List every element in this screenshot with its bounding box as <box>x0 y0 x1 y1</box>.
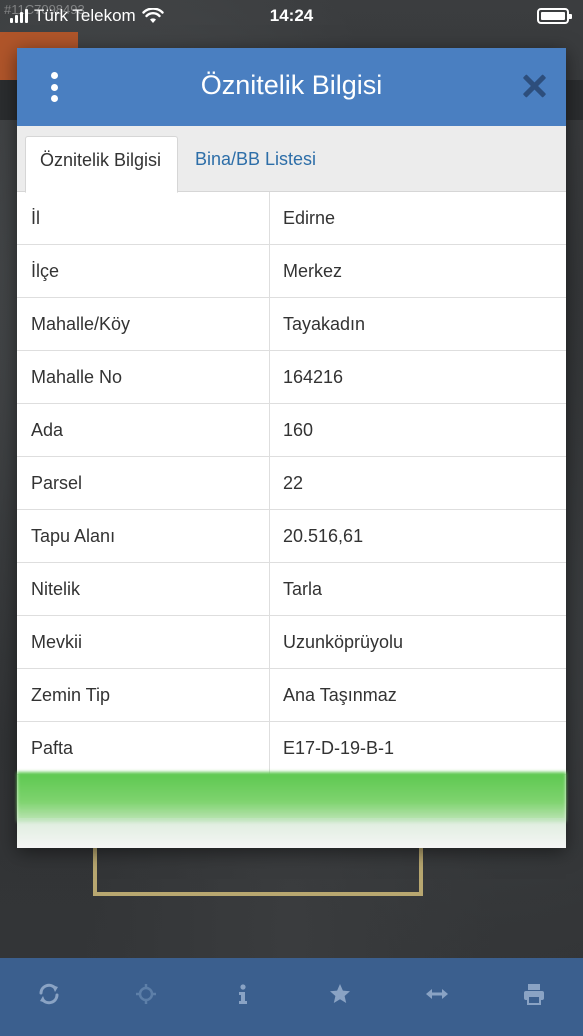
table-row: Pafta E17-D-19-B-1 <box>17 722 566 775</box>
dialog-fade <box>17 818 566 848</box>
attribute-dialog: Öznitelik Bilgisi Öznitelik Bilgisi Bina… <box>17 48 566 848</box>
row-key: Mevkii <box>17 616 270 668</box>
print-button[interactable] <box>514 974 554 1014</box>
dialog-title: Öznitelik Bilgisi <box>200 70 383 100</box>
row-value: 22 <box>283 473 304 493</box>
measure-button[interactable] <box>417 974 457 1014</box>
favorite-button[interactable] <box>320 974 360 1014</box>
row-key: Tapu Alanı <box>17 510 270 562</box>
table-row: Mevkii Uzunköprüyolu <box>17 616 566 669</box>
row-value: 164216 <box>283 367 344 387</box>
row-value: Tayakadın <box>283 314 366 334</box>
measure-icon <box>426 989 449 999</box>
tab-attribute-info[interactable]: Öznitelik Bilgisi <box>25 136 178 193</box>
info-icon <box>238 984 247 1004</box>
table-row: Ada 160 <box>17 404 566 457</box>
row-value: 20.516,61 <box>283 526 364 546</box>
row-key: Parsel <box>17 457 270 509</box>
table-row: Parsel 22 <box>17 457 566 510</box>
green-action-bar[interactable] <box>17 772 566 822</box>
table-row: Mahalle No 164216 <box>17 351 566 404</box>
row-value: Ana Taşınmaz <box>283 685 397 705</box>
refresh-icon <box>39 983 59 1005</box>
table-row: Tapu Alanı 20.516,61 <box>17 510 566 563</box>
row-key: Mahalle No <box>17 351 270 403</box>
row-key: Nitelik <box>17 563 270 615</box>
star-icon <box>330 984 351 1003</box>
table-row: İl Edirne <box>17 192 566 245</box>
table-row: Zemin Tip Ana Taşınmaz <box>17 669 566 722</box>
row-key: Zemin Tip <box>17 669 270 721</box>
info-button[interactable] <box>223 974 263 1014</box>
bottom-toolbar <box>0 958 583 1036</box>
battery-icon <box>537 8 572 24</box>
row-key: Mahalle/Köy <box>17 298 270 350</box>
row-value: Merkez <box>283 261 343 281</box>
locate-button[interactable] <box>126 974 166 1014</box>
table-row: Nitelik Tarla <box>17 563 566 616</box>
row-key: Ada <box>17 404 270 456</box>
row-key: Pafta <box>17 722 270 774</box>
row-value: 160 <box>283 420 314 440</box>
row-value: Uzunköprüyolu <box>283 632 404 652</box>
attribute-table: İl Edirne İlçe Merkez Mahalle/Köy Tayaka… <box>17 192 566 775</box>
row-value: Tarla <box>283 579 323 599</box>
dialog-header: Öznitelik Bilgisi <box>17 48 566 126</box>
row-value: E17-D-19-B-1 <box>283 738 395 758</box>
row-key: İl <box>17 192 270 244</box>
refresh-button[interactable] <box>29 974 69 1014</box>
status-bar: #11C7098493 Türk Telekom 14:24 <box>0 0 583 32</box>
close-icon[interactable] <box>522 74 546 98</box>
row-key: İlçe <box>17 245 270 297</box>
locate-icon <box>135 984 156 1004</box>
status-time: 14:24 <box>269 6 314 25</box>
print-icon <box>524 984 545 1005</box>
table-row: Mahalle/Köy Tayakadın <box>17 298 566 351</box>
row-value: Edirne <box>283 208 336 228</box>
tab-bar: Öznitelik Bilgisi Bina/BB Listesi <box>17 126 566 193</box>
table-row: İlçe Merkez <box>17 245 566 298</box>
tab-building-list[interactable]: Bina/BB Listesi <box>181 136 330 193</box>
